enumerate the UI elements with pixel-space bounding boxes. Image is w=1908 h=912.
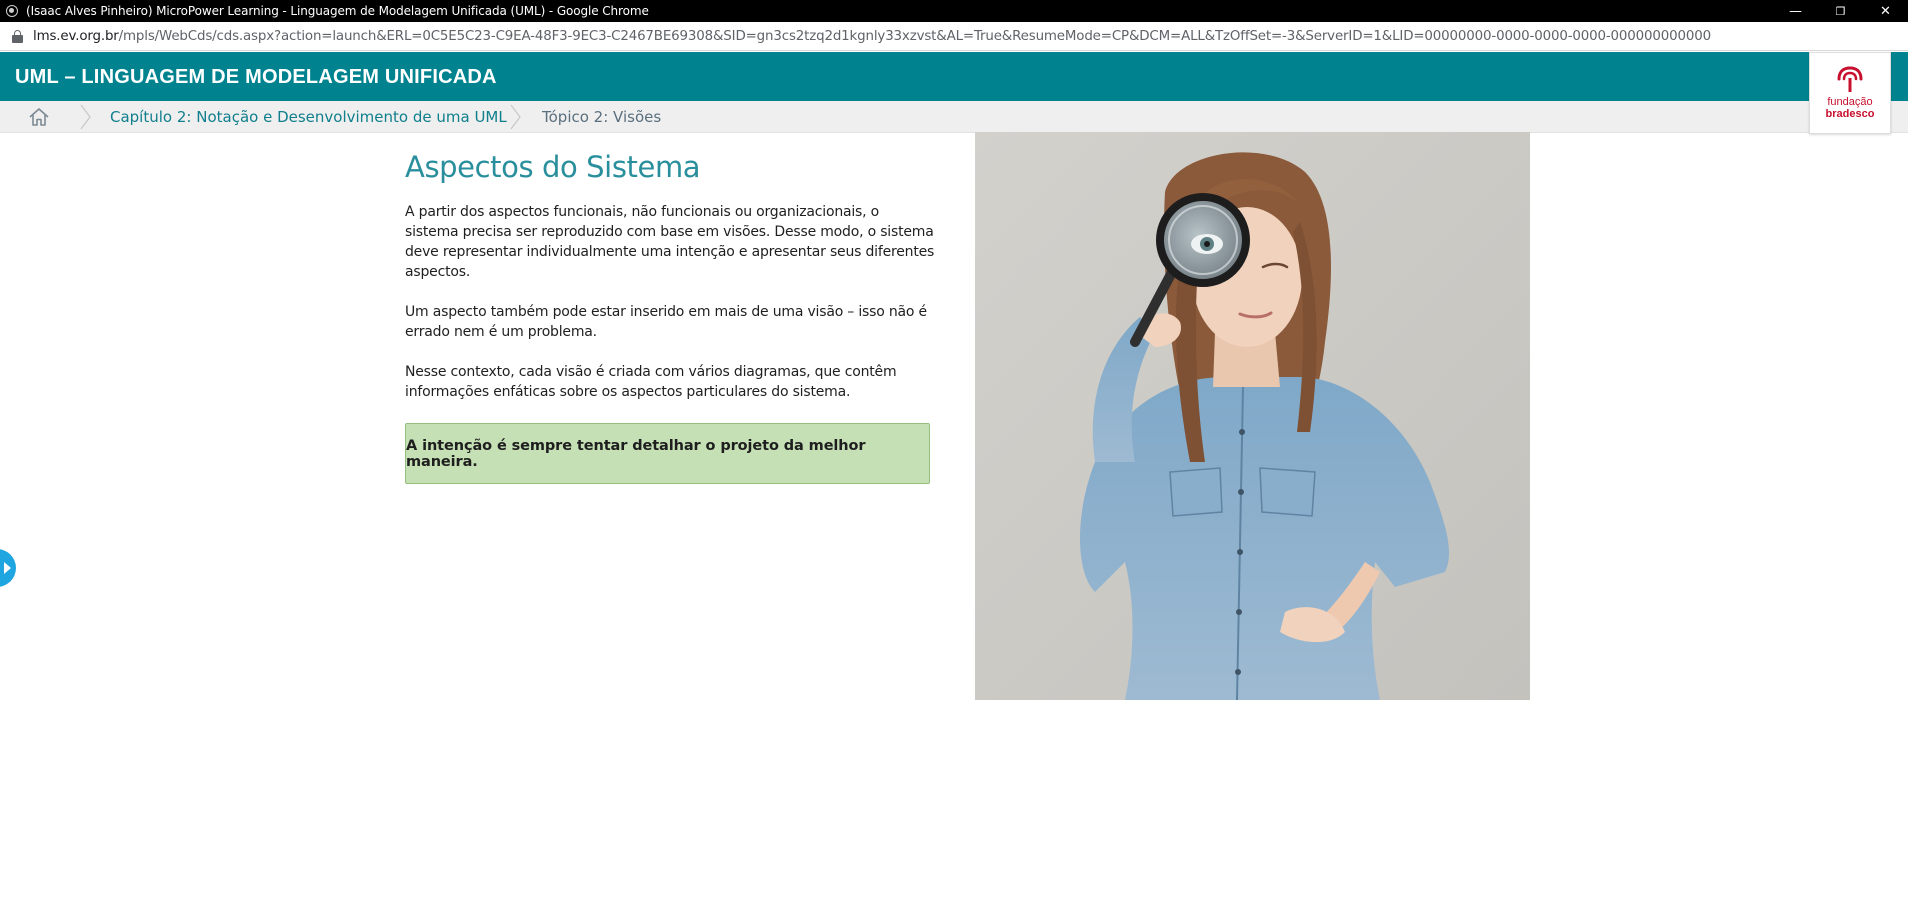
minimize-button[interactable]: —: [1773, 0, 1818, 22]
fundacao-bradesco-tree-icon: [1837, 66, 1863, 92]
breadcrumb-topic-current: Tópico 2: Visões: [542, 108, 662, 126]
url-host: lms.ev.org.br: [33, 28, 119, 44]
content-paragraph: A partir dos aspectos funcionais, não fu…: [405, 204, 935, 280]
window-controls: — ❐ ✕: [1773, 0, 1908, 22]
window-titlebar: (Isaac Alves Pinheiro) MicroPower Learni…: [0, 0, 1908, 22]
close-button[interactable]: ✕: [1863, 0, 1908, 22]
illustration-woman-magnifying-glass: [975, 132, 1530, 700]
breadcrumb: Capítulo 2: Notação e Desenvolvimento de…: [0, 101, 1908, 133]
course-header: UML – LINGUAGEM DE MODELAGEM UNIFICADA: [0, 52, 1908, 101]
highlight-text: A intenção é sempre tentar detalhar o pr…: [406, 437, 866, 470]
course-title: UML – LINGUAGEM DE MODELAGEM UNIFICADA: [15, 66, 497, 88]
logo-text-fundacao: fundação: [1827, 96, 1873, 108]
chrome-icon: [6, 5, 18, 17]
chevron-right-icon: [4, 562, 11, 574]
logo-text-bradesco: bradesco: [1825, 108, 1875, 120]
side-panel-toggle[interactable]: [0, 549, 16, 587]
url-path: /mpls/WebCds/cds.aspx?action=launch&ERL=…: [118, 28, 1711, 44]
lock-icon[interactable]: [12, 29, 23, 43]
address-bar[interactable]: lms.ev.org.br/mpls/WebCds/cds.aspx?actio…: [0, 22, 1908, 51]
highlight-callout: A intenção é sempre tentar detalhar o pr…: [405, 423, 930, 484]
home-icon[interactable]: [28, 107, 50, 127]
window-title: (Isaac Alves Pinheiro) MicroPower Learni…: [26, 4, 649, 18]
fundacao-bradesco-logo: fundação bradesco: [1809, 52, 1891, 134]
content-paragraph: Nesse contexto, cada visão é criada com …: [405, 364, 897, 400]
page-title: Aspectos do Sistema: [405, 150, 701, 184]
chevron-right-icon: [510, 104, 521, 130]
breadcrumb-chapter-link[interactable]: Capítulo 2: Notação e Desenvolvimento de…: [110, 108, 507, 126]
url-text[interactable]: lms.ev.org.br/mpls/WebCds/cds.aspx?actio…: [33, 29, 1711, 44]
chevron-right-icon: [80, 104, 91, 130]
content-paragraph: Um aspecto também pode estar inserido em…: [405, 304, 927, 340]
restore-button[interactable]: ❐: [1818, 0, 1863, 22]
